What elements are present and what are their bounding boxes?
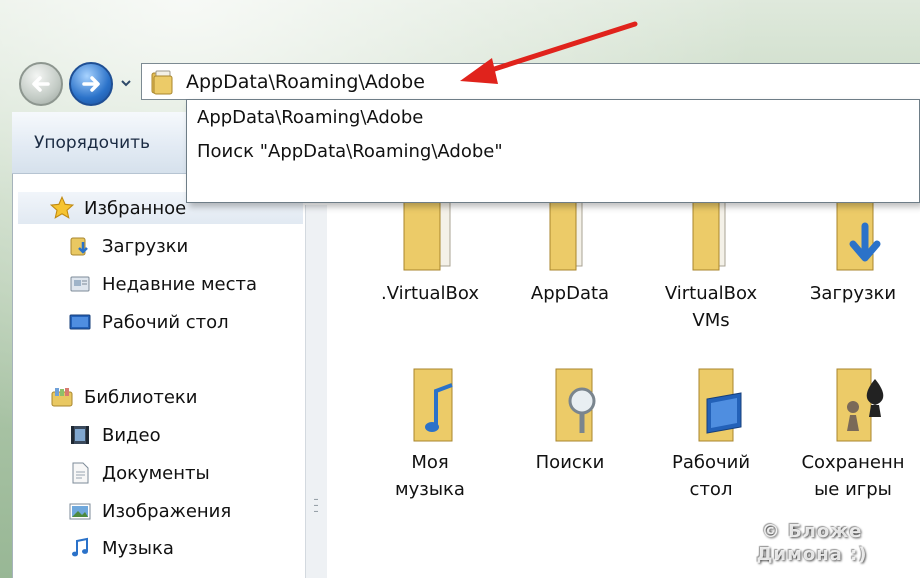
nav-label-desktop: Рабочий стол <box>102 311 229 333</box>
file-item[interactable]: Загрузки <box>788 196 918 307</box>
nav-label-images: Изображения <box>102 500 232 522</box>
suggestion-search[interactable]: Поиск "AppData\Roaming\Adobe" <box>197 137 503 167</box>
downloads-folder-icon <box>836 201 881 271</box>
nav-label-video: Видео <box>102 424 161 446</box>
nav-label-recent: Недавние места <box>102 273 258 295</box>
folder-icon <box>692 195 726 271</box>
nav-label-downloads: Загрузки <box>102 235 189 257</box>
file-item[interactable]: AppData <box>505 195 635 307</box>
file-label: Поиски <box>535 452 605 473</box>
address-suggestions: AppData\Roaming\Adobe Поиск "AppData\Roa… <box>186 99 920 203</box>
video-icon <box>66 421 94 449</box>
file-label: Сохраненн <box>801 452 905 473</box>
file-item[interactable]: Рабочий стол <box>646 365 776 503</box>
desktop-folder-icon <box>698 368 742 442</box>
file-label: Загрузки <box>809 283 897 304</box>
file-item[interactable]: Поиски <box>505 365 635 476</box>
file-label: VMs <box>692 310 730 331</box>
file-label: стол <box>689 479 733 500</box>
scrollbar-grip-icon: – – – <box>313 494 319 517</box>
watermark-line: © Бложе <box>761 521 863 542</box>
nav-pane-scrollbar[interactable] <box>305 205 327 578</box>
nav-label-documents: Документы <box>102 462 210 484</box>
images-icon <box>66 497 94 525</box>
chevron-down-icon <box>121 80 131 87</box>
nav-label-libraries: Библиотеки <box>84 386 198 408</box>
arrow-right-icon <box>82 76 100 92</box>
recent-places-icon <box>66 270 94 298</box>
file-label: Рабочий <box>671 452 751 473</box>
nav-item-video[interactable]: Видео <box>66 419 161 451</box>
folder-icon <box>549 195 583 271</box>
back-button[interactable] <box>19 62 63 106</box>
annotation-arrow <box>460 21 638 84</box>
suggestion-path[interactable]: AppData\Roaming\Adobe <box>197 103 423 133</box>
nav-item-images[interactable]: Изображения <box>66 495 231 527</box>
nav-item-desktop[interactable]: Рабочий стол <box>66 306 229 338</box>
file-item[interactable]: Моя музыка <box>365 365 495 503</box>
watermark: © Бложе Димона :) <box>712 520 912 566</box>
file-label: AppData <box>530 283 610 304</box>
arrow-left-icon <box>32 76 50 92</box>
organize-button[interactable]: Упорядочить <box>34 131 150 155</box>
star-icon <box>48 194 76 222</box>
nav-label-favorites: Избранное <box>84 197 187 219</box>
folder-icon <box>151 70 173 94</box>
music-note-icon <box>66 534 94 562</box>
file-item[interactable]: Сохраненн ые игры <box>788 365 918 503</box>
file-label: музыка <box>395 479 465 500</box>
saved-games-folder-icon <box>836 368 884 442</box>
nav-item-recent[interactable]: Недавние места <box>66 268 257 300</box>
libraries-icon <box>48 383 76 411</box>
documents-icon <box>66 459 94 487</box>
nav-item-downloads[interactable]: Загрузки <box>66 230 188 262</box>
folder-icon <box>403 195 451 271</box>
file-label: Моя <box>411 452 449 473</box>
organize-label: Упорядочить <box>34 133 151 153</box>
file-label: .VirtualBox <box>381 283 479 304</box>
file-item[interactable]: .VirtualBox <box>365 195 495 307</box>
nav-label-music: Музыка <box>102 537 174 559</box>
downloads-folder-icon <box>66 232 94 260</box>
desktop-icon <box>66 308 94 336</box>
nav-item-libraries[interactable]: Библиотеки <box>48 381 198 413</box>
file-item[interactable]: VirtualBox VMs <box>646 195 776 334</box>
search-folder-icon <box>555 368 596 442</box>
music-folder-icon <box>413 368 453 442</box>
file-label: VirtualBox <box>664 283 758 304</box>
file-label: ые игры <box>814 479 892 500</box>
forward-button[interactable] <box>69 62 113 106</box>
nav-item-documents[interactable]: Документы <box>66 457 210 489</box>
recent-pages-dropdown[interactable] <box>118 75 134 91</box>
nav-item-music[interactable]: Музыка <box>66 532 174 564</box>
watermark-line: Димона :) <box>756 544 868 565</box>
